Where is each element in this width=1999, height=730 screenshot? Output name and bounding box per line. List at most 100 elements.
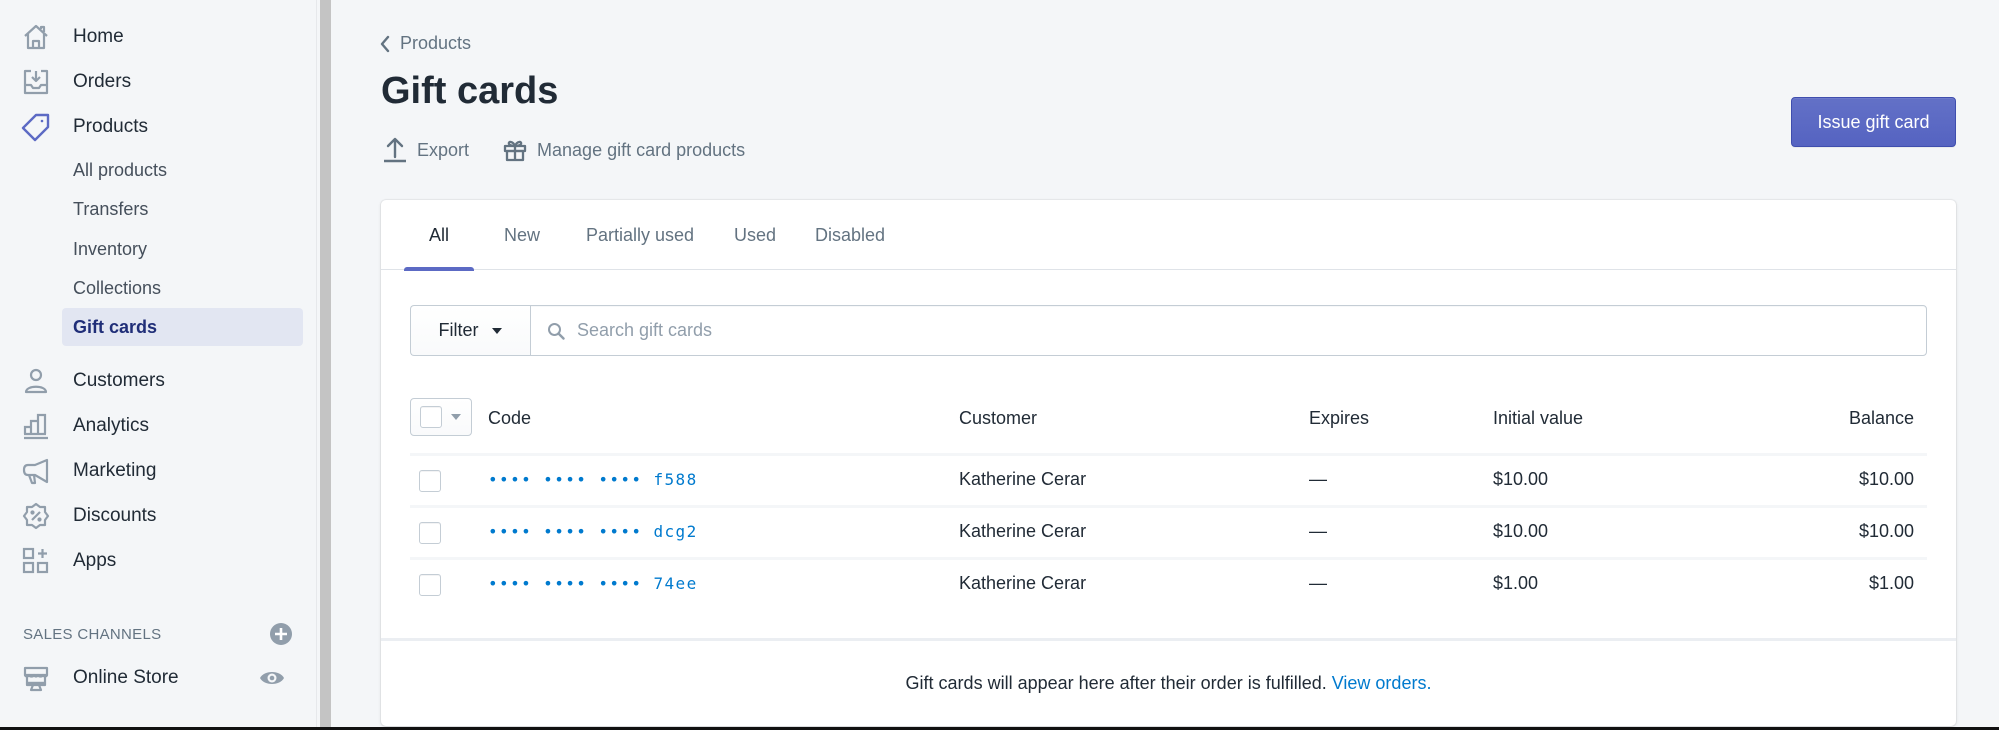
sidebar-item-orders[interactable]: Orders — [0, 62, 317, 102]
sidebar-item-marketing[interactable]: Marketing — [0, 451, 317, 491]
table-row[interactable]: •••• •••• •••• dcg2 Katherine Cerar — $1… — [410, 508, 1927, 560]
customer-name: Katherine Cerar — [959, 469, 1087, 489]
view-online-store-button[interactable] — [259, 669, 285, 687]
expires-value: — — [1309, 469, 1327, 489]
gift-cards-card: All New Partially used Used Disabled Fil… — [381, 200, 1956, 726]
sidebar-item-online-store[interactable]: Online Store — [0, 658, 317, 698]
page-title: Gift cards — [381, 70, 559, 112]
discount-badge-icon — [21, 501, 51, 531]
sidebar-subitem-gift-cards[interactable]: Gift cards — [62, 308, 303, 346]
table-header: Code Customer Expires Initial value Bala… — [410, 390, 1927, 456]
sidebar-item-label: Discounts — [73, 505, 157, 526]
caret-down-icon — [491, 327, 502, 334]
sales-channels-header: SALES CHANNELS — [23, 622, 293, 646]
table-row[interactable]: •••• •••• •••• 74ee Katherine Cerar — $1… — [410, 560, 1927, 612]
initial-value: $10.00 — [1493, 469, 1549, 489]
initial-value: $1.00 — [1493, 573, 1539, 593]
sidebar-item-label: Customers — [73, 370, 165, 391]
orders-inbox-icon — [21, 67, 51, 97]
issue-gift-card-button[interactable]: Issue gift card — [1791, 97, 1956, 147]
footer-message: Gift cards will appear here after their … — [905, 673, 1327, 693]
sidebar-scrollbar-thumb[interactable] — [320, 0, 331, 730]
gift-icon — [503, 140, 527, 162]
row-checkbox[interactable] — [419, 574, 441, 596]
sidebar: Home Orders Products All products Transf… — [0, 0, 317, 730]
secondary-actions: Export Manage gift card products — [383, 137, 779, 163]
customer-name: Katherine Cerar — [959, 521, 1087, 541]
table-row[interactable]: •••• •••• •••• f588 Katherine Cerar — $1… — [410, 456, 1927, 508]
search-field[interactable] — [530, 305, 1927, 356]
eye-icon — [260, 672, 284, 684]
tab-all[interactable]: All — [404, 200, 474, 271]
sidebar-subitem-label: Inventory — [73, 238, 148, 259]
breadcrumb-products[interactable]: Products — [379, 33, 471, 54]
select-all-checkbox[interactable] — [420, 406, 442, 428]
sidebar-item-discounts[interactable]: Discounts — [0, 496, 317, 536]
add-sales-channel-button[interactable] — [269, 622, 293, 646]
column-header-balance[interactable]: Balance — [1849, 408, 1914, 429]
column-header-initial-value[interactable]: Initial value — [1493, 408, 1583, 429]
chevron-left-icon — [380, 35, 390, 52]
sidebar-subitem-label: Collections — [73, 277, 162, 298]
manage-gift-card-products-button[interactable]: Manage gift card products — [503, 138, 745, 162]
status-tabs: All New Partially used Used Disabled — [381, 200, 1956, 271]
home-icon — [21, 22, 51, 52]
customer-name: Katherine Cerar — [959, 573, 1087, 593]
sidebar-item-label: Online Store — [73, 667, 179, 688]
column-header-expires[interactable]: Expires — [1309, 408, 1369, 429]
filter-button[interactable]: Filter — [410, 305, 530, 356]
table-footer: Gift cards will appear here after their … — [381, 638, 1956, 726]
sidebar-subitem-all-products[interactable]: All products — [62, 151, 303, 189]
tab-disabled[interactable]: Disabled — [808, 200, 892, 270]
column-header-code[interactable]: Code — [488, 408, 531, 429]
caret-down-icon — [451, 414, 461, 420]
plus-circle-icon — [270, 623, 292, 645]
column-header-customer[interactable]: Customer — [959, 408, 1037, 429]
breadcrumb-label: Products — [400, 33, 472, 53]
sidebar-subitem-transfers[interactable]: Transfers — [62, 190, 303, 228]
sidebar-item-analytics[interactable]: Analytics — [0, 406, 317, 446]
gift-card-code-link[interactable]: •••• •••• •••• f588 — [488, 470, 698, 489]
sidebar-item-label: Apps — [73, 550, 117, 571]
balance-value: $10.00 — [1858, 521, 1914, 541]
tab-used[interactable]: Used — [730, 200, 780, 270]
person-icon — [21, 366, 51, 396]
sidebar-item-apps[interactable]: Apps — [0, 541, 317, 581]
sidebar-subitem-label: All products — [73, 159, 168, 180]
gift-card-code-link[interactable]: •••• •••• •••• dcg2 — [488, 522, 698, 541]
sidebar-item-home[interactable]: Home — [0, 17, 317, 57]
search-input[interactable] — [577, 320, 1833, 341]
expires-value: — — [1309, 573, 1327, 593]
row-checkbox[interactable] — [419, 522, 441, 544]
row-checkbox[interactable] — [419, 470, 441, 492]
tag-icon — [21, 112, 51, 142]
sidebar-item-customers[interactable]: Customers — [0, 361, 317, 401]
export-label: Export — [417, 139, 470, 160]
sidebar-item-label: Products — [73, 116, 148, 137]
sidebar-item-label: Home — [73, 26, 124, 47]
manage-gift-card-products-label: Manage gift card products — [537, 139, 746, 160]
export-button[interactable]: Export — [383, 137, 469, 163]
megaphone-icon — [21, 456, 51, 486]
sidebar-item-products[interactable]: Products — [0, 107, 317, 147]
filter-bar: Filter — [410, 305, 1927, 356]
sidebar-item-label: Orders — [73, 71, 132, 92]
bar-chart-icon — [21, 411, 51, 441]
initial-value: $10.00 — [1493, 521, 1549, 541]
sidebar-subitem-collections[interactable]: Collections — [62, 269, 303, 307]
sidebar-subitem-inventory[interactable]: Inventory — [62, 230, 303, 268]
balance-value: $10.00 — [1858, 469, 1914, 489]
tab-partially-used[interactable]: Partially used — [580, 200, 700, 270]
tab-new[interactable]: New — [493, 200, 551, 270]
store-icon — [21, 663, 51, 693]
bulk-select-dropdown[interactable] — [410, 398, 472, 436]
sidebar-subitem-label: Transfers — [73, 198, 149, 219]
export-icon — [384, 137, 406, 163]
sidebar-subitem-label: Gift cards — [73, 316, 158, 337]
gift-card-code-link[interactable]: •••• •••• •••• 74ee — [488, 574, 698, 593]
filter-label: Filter — [438, 320, 479, 340]
search-icon — [548, 322, 565, 340]
sidebar-item-label: Analytics — [73, 415, 150, 436]
view-orders-link[interactable]: View orders. — [1332, 673, 1432, 694]
sidebar-item-label: Marketing — [73, 460, 157, 481]
